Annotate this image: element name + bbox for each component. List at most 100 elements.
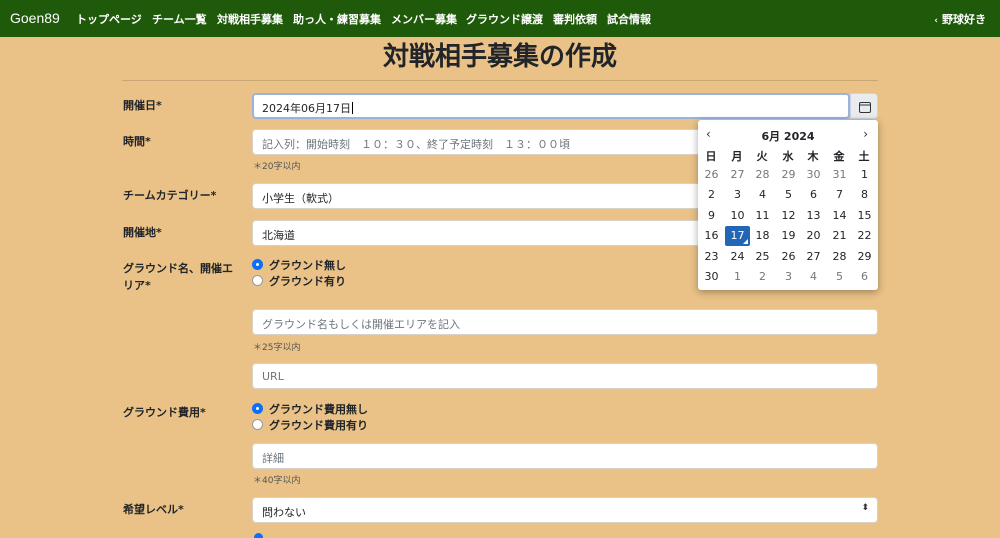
radio-ground-none[interactable]: グラウンド無し <box>252 257 346 273</box>
fee-label: グラウンド費用* <box>123 406 206 419</box>
text-caret <box>352 102 353 114</box>
radio-ground-yes[interactable]: グラウンド有り <box>252 273 346 289</box>
level-value: 問わない <box>262 506 306 519</box>
calendar-day[interactable]: 28 <box>750 165 775 185</box>
radio-ground-none-label: グラウンド無し <box>269 259 346 272</box>
nav-item-opponent[interactable]: 対戦相手募集 <box>217 11 283 27</box>
calendar-day[interactable]: 27 <box>801 247 826 267</box>
weekday-header: 火 <box>756 150 768 163</box>
radio-fee-none[interactable]: グラウンド費用無し <box>252 401 368 417</box>
calendar-day[interactable]: 7 <box>827 185 852 205</box>
calendar-day[interactable]: 26 <box>699 165 724 185</box>
user-menu[interactable]: ‹ 野球好き <box>934 11 986 27</box>
calendar-button[interactable] <box>850 93 878 119</box>
calendar-day[interactable]: 11 <box>750 206 775 226</box>
calendar-day[interactable]: 31 <box>827 165 852 185</box>
calendar-day[interactable]: 25 <box>750 247 775 267</box>
navbar: Goen89 トップページ チーム一覧 対戦相手募集 助っ人・練習募集 メンバー… <box>0 0 1000 37</box>
nav-item-teams[interactable]: チーム一覧 <box>152 11 207 27</box>
user-name: 野球好き <box>942 13 986 26</box>
chevron-left-icon: ‹ <box>934 16 938 26</box>
datepicker-popup: ‹ 6月 2024 › 日月火水木金土 26 27 28 29 30 31 1 2 3 4 5 6 7 8 9… <box>698 120 878 290</box>
calendar-day[interactable]: 30 <box>801 165 826 185</box>
radio-checked-icon <box>252 403 263 414</box>
weekday-header: 水 <box>782 150 794 163</box>
weekday-header: 木 <box>807 150 819 163</box>
calendar-day[interactable]: 26 <box>776 247 801 267</box>
calendar-day[interactable]: 27 <box>725 165 750 185</box>
calendar-day[interactable]: 23 <box>699 247 724 267</box>
ground-label-line2: リア* <box>123 279 151 292</box>
radio-checked-icon <box>252 259 263 270</box>
ground-label-line1: グラウンド名、開催エ <box>123 262 233 275</box>
nav-item-umpire[interactable]: 審判依頼 <box>553 11 597 27</box>
calendar-day[interactable]: 16 <box>699 226 724 246</box>
radio-unchecked-icon <box>252 419 263 430</box>
weekday-header: 日 <box>705 150 717 163</box>
calendar-day[interactable]: 14 <box>827 206 852 226</box>
level-select[interactable]: 問わない ⬍ <box>252 497 878 523</box>
calendar-day[interactable]: 24 <box>725 247 750 267</box>
calendar-day[interactable]: 22 <box>852 226 877 246</box>
fee-detail-input[interactable]: 詳細 <box>252 443 878 469</box>
calendar-day[interactable]: 8 <box>852 185 877 205</box>
calendar-day[interactable]: 19 <box>776 226 801 246</box>
radio-unchecked-icon <box>252 275 263 286</box>
calendar-day[interactable]: 15 <box>852 206 877 226</box>
calendar-day[interactable]: 21 <box>827 226 852 246</box>
calendar-day[interactable]: 4 <box>750 185 775 205</box>
ground-name-input[interactable]: グラウンド名もしくは開催エリアを記入 <box>252 309 878 335</box>
calendar-icon <box>859 102 871 113</box>
select-updown-icon: ⬍ <box>861 503 869 513</box>
nav-item-top[interactable]: トップページ <box>76 11 142 27</box>
weekday-header: 金 <box>833 150 845 163</box>
calendar-day[interactable]: 29 <box>776 165 801 185</box>
fee-detail-hint: ＊40字以内 <box>253 476 301 486</box>
radio-fee-yes-label: グラウンド費用有り <box>269 419 368 432</box>
calendar-day[interactable]: 3 <box>776 267 801 287</box>
calendar-day[interactable]: 10 <box>725 206 750 226</box>
brand-logo[interactable]: Goen89 <box>10 10 60 26</box>
calendar-day[interactable]: 20 <box>801 226 826 246</box>
calendar-day[interactable]: 1 <box>852 165 877 185</box>
nav-item-helper[interactable]: 助っ人・練習募集 <box>293 11 381 27</box>
ground-name-hint: ＊25字以内 <box>253 343 301 353</box>
weekday-header: 月 <box>731 150 743 163</box>
date-input[interactable]: 2024年06月17日 <box>252 93 850 119</box>
calendar-day[interactable]: 13 <box>801 206 826 226</box>
calendar-day[interactable]: 29 <box>852 247 877 267</box>
radio-fee-yes[interactable]: グラウンド費用有り <box>252 417 368 433</box>
radio-ground-yes-label: グラウンド有り <box>269 275 346 288</box>
calendar-day[interactable]: 2 <box>699 185 724 205</box>
nav-item-games[interactable]: 試合情報 <box>607 11 651 27</box>
nav-item-members[interactable]: メンバー募集 <box>391 11 457 27</box>
calendar-day[interactable]: 30 <box>699 267 724 287</box>
calendar-day[interactable]: 9 <box>699 206 724 226</box>
radio-fee-none-label: グラウンド費用無し <box>269 403 368 416</box>
calendar-day[interactable]: 6 <box>801 185 826 205</box>
ground-label: グラウンド名、開催エ リア* <box>123 260 233 294</box>
nav-item-ground[interactable]: グラウンド譲渡 <box>466 11 543 27</box>
calendar-day[interactable]: 17 <box>725 226 750 247</box>
calendar-day[interactable]: 1 <box>725 267 750 287</box>
page-title: 対戦相手募集の作成 <box>382 42 617 72</box>
calendar-day[interactable]: 5 <box>827 267 852 287</box>
date-value: 2024年06月17日 <box>262 102 351 115</box>
level-label: 希望レベル* <box>123 503 184 516</box>
calendar-day[interactable]: 2 <box>750 267 775 287</box>
date-label: 開催日* <box>123 99 162 112</box>
calendar-day[interactable]: 5 <box>776 185 801 205</box>
calendar-day[interactable]: 28 <box>827 247 852 267</box>
next-month-chevron-icon[interactable]: › <box>863 127 868 141</box>
ground-url-input[interactable]: URL <box>252 363 878 389</box>
calendar-day[interactable]: 6 <box>852 267 877 287</box>
time-hint: ＊20字以内 <box>253 162 301 172</box>
calendar-day[interactable]: 3 <box>725 185 750 205</box>
calendar-day[interactable]: 4 <box>801 267 826 287</box>
divider <box>122 80 878 81</box>
weekday-header: 土 <box>858 150 870 163</box>
time-label: 時間* <box>123 135 151 148</box>
calendar-day[interactable]: 12 <box>776 206 801 226</box>
calendar-day[interactable]: 18 <box>750 226 775 246</box>
radio-checked-icon[interactable] <box>254 533 263 538</box>
